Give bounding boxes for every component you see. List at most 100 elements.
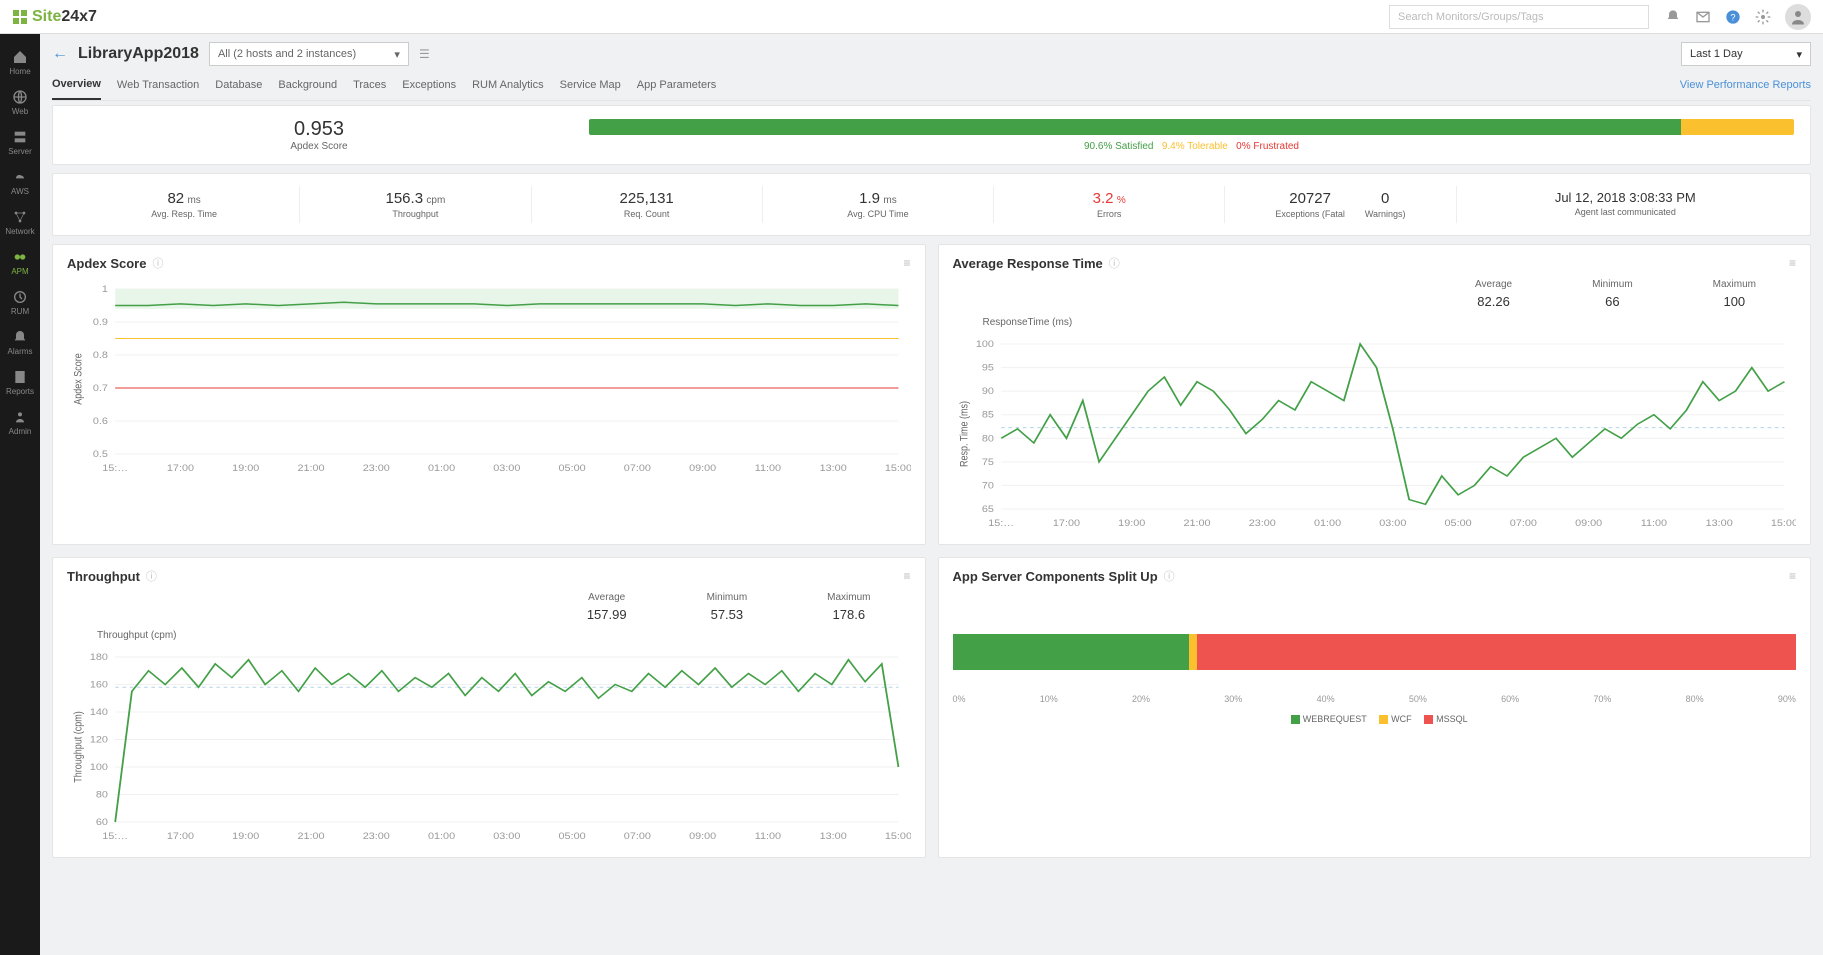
help-icon[interactable]: ? xyxy=(1725,9,1741,25)
svg-text:100: 100 xyxy=(90,763,109,773)
svg-text:11:00: 11:00 xyxy=(755,832,782,842)
svg-text:11:00: 11:00 xyxy=(1640,519,1667,529)
svg-text:85: 85 xyxy=(981,410,994,420)
tab-rum-analytics[interactable]: RUM Analytics xyxy=(472,71,544,99)
svg-text:19:00: 19:00 xyxy=(1118,519,1146,529)
svg-text:Resp. Time (ms): Resp. Time (ms) xyxy=(958,401,970,467)
svg-text:23:00: 23:00 xyxy=(1248,519,1276,529)
svg-text:21:00: 21:00 xyxy=(297,832,325,842)
sidebar: Home Web Server AWS Network APM RUM Alar… xyxy=(0,34,40,955)
svg-text:160: 160 xyxy=(90,680,109,690)
info-icon[interactable]: ⓘ xyxy=(152,255,163,271)
sidebar-item-reports[interactable]: Reports xyxy=(0,362,40,402)
chart-apdex-score: Apdex Score ⓘ ≡ 0.50.60.70.80.91Apdex Sc… xyxy=(52,244,926,545)
search-placeholder: Search Monitors/Groups/Tags xyxy=(1398,11,1544,23)
svg-text:03:00: 03:00 xyxy=(493,464,521,474)
chart-menu-icon[interactable]: ≡ xyxy=(1789,256,1796,270)
avatar[interactable] xyxy=(1785,4,1811,30)
sidebar-item-network[interactable]: Network xyxy=(0,202,40,242)
svg-text:01:00: 01:00 xyxy=(428,832,456,842)
percent-axis: 0%10%20%30%40%50%60%70%80%90% xyxy=(953,690,1797,708)
apdex-bar xyxy=(589,119,1794,135)
info-icon[interactable]: ⓘ xyxy=(1164,568,1175,584)
svg-text:?: ? xyxy=(1730,12,1735,22)
sidebar-item-alarms[interactable]: Alarms xyxy=(0,322,40,362)
sidebar-item-aws[interactable]: AWS xyxy=(0,162,40,202)
svg-text:140: 140 xyxy=(90,708,109,718)
svg-text:60: 60 xyxy=(96,818,109,828)
tab-app-parameters[interactable]: App Parameters xyxy=(637,71,716,99)
sidebar-item-server[interactable]: Server xyxy=(0,122,40,162)
info-icon[interactable]: ⓘ xyxy=(1109,255,1120,271)
timerange-select[interactable]: Last 1 Day▾ xyxy=(1681,42,1811,66)
svg-text:13:00: 13:00 xyxy=(1705,519,1733,529)
svg-text:07:00: 07:00 xyxy=(624,464,652,474)
chart-title: Average Response Time xyxy=(953,256,1103,271)
sidebar-item-admin[interactable]: Admin xyxy=(0,402,40,442)
search-input[interactable]: Search Monitors/Groups/Tags xyxy=(1389,5,1649,29)
sidebar-item-rum[interactable]: RUM xyxy=(0,282,40,322)
stat-agent-time: Jul 12, 2018 3:08:33 PMAgent last commun… xyxy=(1457,186,1794,223)
logo-text-2: 24x7 xyxy=(61,8,97,26)
apdex-summary-card: 0.953 Apdex Score 90.6% Satisfied 9.4% T… xyxy=(52,105,1811,165)
tab-background[interactable]: Background xyxy=(278,71,337,99)
svg-text:17:00: 17:00 xyxy=(167,464,195,474)
notification-icon[interactable] xyxy=(1665,9,1681,25)
page-header: ← LibraryApp2018 All (2 hosts and 2 inst… xyxy=(52,42,1811,66)
svg-text:120: 120 xyxy=(90,735,109,745)
stat-errors: 3.2 %Errors xyxy=(994,186,1225,223)
host-filter-select[interactable]: All (2 hosts and 2 instances)▾ xyxy=(209,42,409,66)
svg-text:1: 1 xyxy=(102,285,109,295)
svg-text:05:00: 05:00 xyxy=(559,464,587,474)
svg-text:15:00: 15:00 xyxy=(885,464,911,474)
svg-text:17:00: 17:00 xyxy=(167,832,195,842)
top-icons: ? xyxy=(1665,4,1811,30)
tab-traces[interactable]: Traces xyxy=(353,71,386,99)
svg-text:15:…: 15:… xyxy=(988,519,1014,529)
svg-text:Apdex Score: Apdex Score xyxy=(73,353,85,405)
chart-menu-icon[interactable]: ≡ xyxy=(903,256,910,270)
back-button[interactable]: ← xyxy=(52,45,68,63)
svg-text:0.9: 0.9 xyxy=(93,318,109,328)
svg-text:21:00: 21:00 xyxy=(297,464,325,474)
list-icon[interactable]: ☰ xyxy=(419,47,430,61)
stat-req-count: 225,131Req. Count xyxy=(532,186,763,223)
main-content: ← LibraryApp2018 All (2 hosts and 2 inst… xyxy=(40,34,1823,955)
svg-text:90: 90 xyxy=(981,387,994,397)
sidebar-item-home[interactable]: Home xyxy=(0,42,40,82)
sidebar-item-apm[interactable]: APM xyxy=(0,242,40,282)
chart-sublabel: Throughput (cpm) xyxy=(67,630,911,641)
stat-cpu-time: 1.9 msAvg. CPU Time xyxy=(763,186,994,223)
svg-text:0.5: 0.5 xyxy=(93,450,109,460)
apdex-score: 0.953 Apdex Score xyxy=(69,118,569,152)
chart-menu-icon[interactable]: ≡ xyxy=(1789,569,1796,583)
svg-text:17:00: 17:00 xyxy=(1052,519,1080,529)
chart-response-time: Average Response Time ⓘ ≡ Average82.26 M… xyxy=(938,244,1812,545)
tab-bar: Overview Web Transaction Database Backgr… xyxy=(52,70,1811,101)
tab-database[interactable]: Database xyxy=(215,71,262,99)
svg-text:03:00: 03:00 xyxy=(493,832,521,842)
svg-text:05:00: 05:00 xyxy=(1444,519,1472,529)
page-title: LibraryApp2018 xyxy=(78,45,199,63)
sidebar-item-web[interactable]: Web xyxy=(0,82,40,122)
topbar: Site24x7 Search Monitors/Groups/Tags ? xyxy=(0,0,1823,34)
svg-text:65: 65 xyxy=(981,505,994,515)
tab-overview[interactable]: Overview xyxy=(52,70,101,100)
info-icon[interactable]: ⓘ xyxy=(146,568,157,584)
chevron-down-icon: ▾ xyxy=(1796,48,1802,61)
mail-icon[interactable] xyxy=(1695,9,1711,25)
tab-web-transaction[interactable]: Web Transaction xyxy=(117,71,199,99)
svg-text:01:00: 01:00 xyxy=(428,464,456,474)
settings-icon[interactable] xyxy=(1755,9,1771,25)
svg-text:80: 80 xyxy=(96,790,109,800)
svg-text:75: 75 xyxy=(981,458,994,468)
logo-text-1: Site xyxy=(32,8,61,26)
chart-title: Throughput xyxy=(67,569,140,584)
performance-reports-link[interactable]: View Performance Reports xyxy=(1680,71,1811,99)
tab-exceptions[interactable]: Exceptions xyxy=(402,71,456,99)
tab-service-map[interactable]: Service Map xyxy=(560,71,621,99)
svg-text:80: 80 xyxy=(981,434,994,444)
logo[interactable]: Site24x7 xyxy=(12,8,97,26)
svg-text:15:…: 15:… xyxy=(102,464,128,474)
chart-menu-icon[interactable]: ≡ xyxy=(903,569,910,583)
